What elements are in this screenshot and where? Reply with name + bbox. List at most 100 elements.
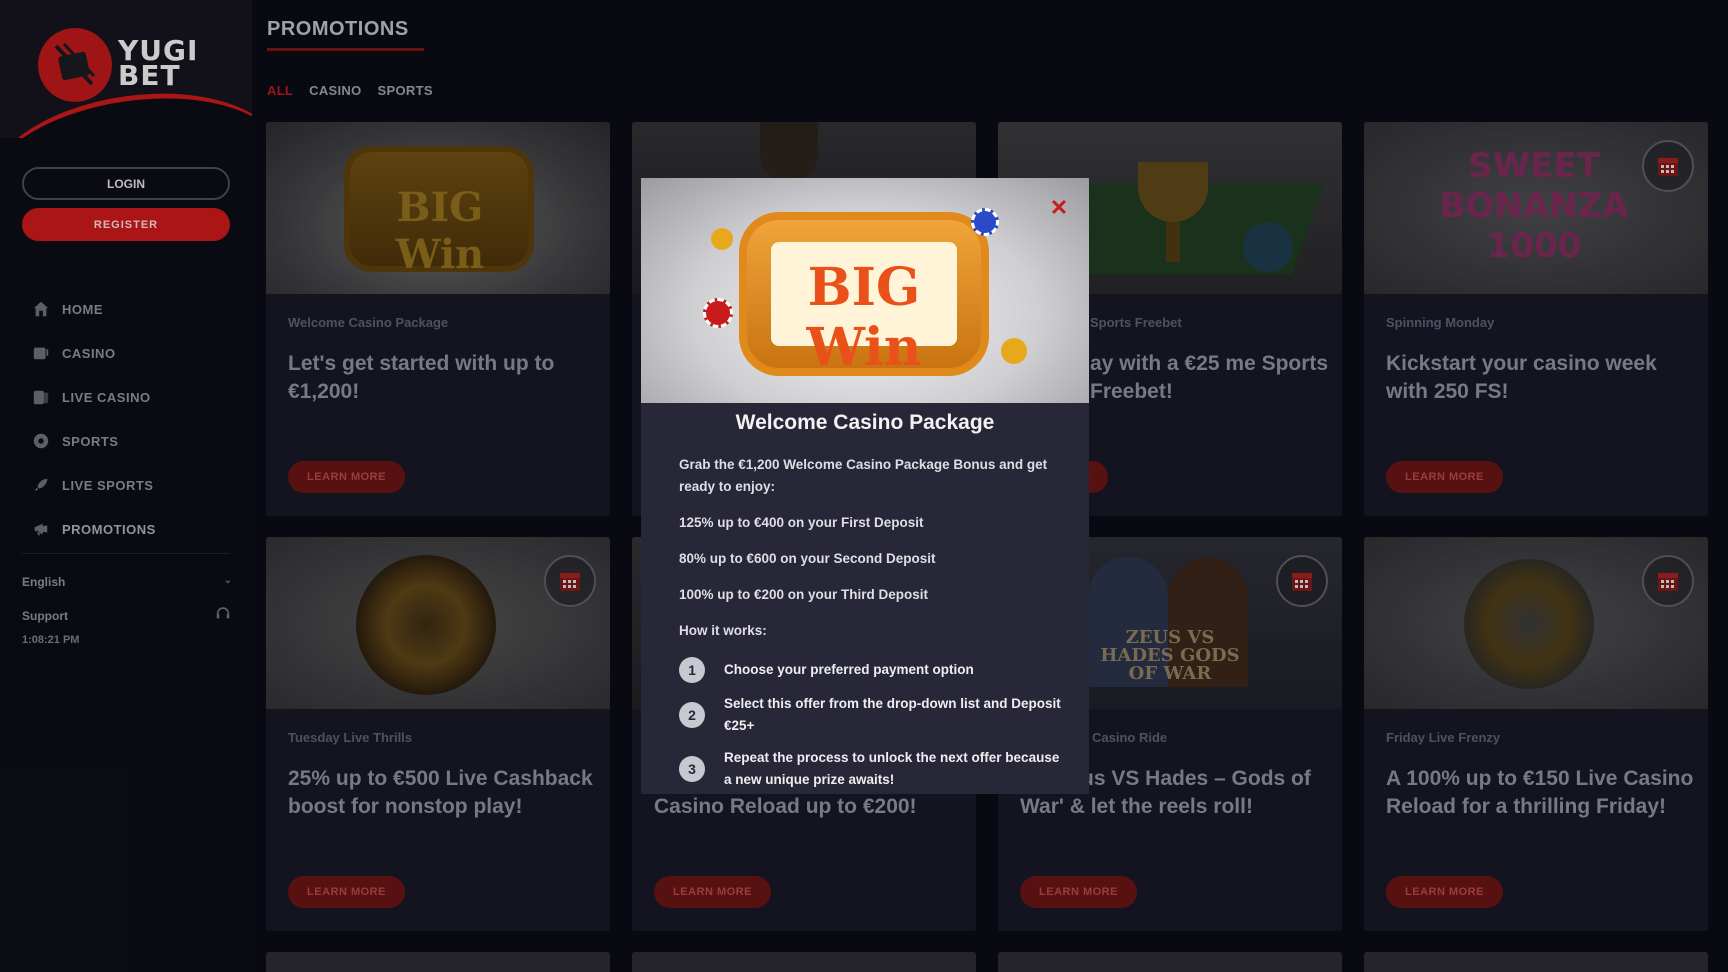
- slot-machine-icon: [30, 342, 52, 364]
- chip-image: [1364, 537, 1708, 709]
- promo-card[interactable]: [266, 952, 610, 972]
- sidebar-item-label: HOME: [62, 301, 103, 317]
- sidebar-item-label: SPORTS: [62, 433, 119, 449]
- chip-art: [971, 208, 999, 236]
- language-label: English: [22, 575, 66, 589]
- big-win-art-text: BIG Win: [806, 257, 922, 378]
- big-win-image: BIG Win: [266, 122, 610, 294]
- card-category: Welcome Casino Package: [288, 315, 449, 330]
- sidebar-item-label: LIVE SPORTS: [62, 477, 154, 493]
- steps-list: 1 Choose your preferred payment option 2…: [679, 657, 1069, 794]
- promo-card[interactable]: Friday Live Frenzy A 100% up to €150 Liv…: [1364, 537, 1708, 931]
- promo-card[interactable]: [632, 952, 976, 972]
- roulette-image: [266, 537, 610, 709]
- trophy-stem: [1166, 222, 1180, 262]
- step-text: Repeat the process to unlock the next of…: [724, 750, 1060, 787]
- modal-title: Welcome Casino Package: [735, 411, 995, 434]
- sidebar-item-home[interactable]: HOME: [30, 287, 240, 331]
- modal-body: Grab the €1,200 Welcome Casino Package B…: [679, 454, 1059, 656]
- register-button[interactable]: REGISTER: [22, 208, 230, 241]
- zeus-hades-art-text: ZEUS VS HADES GODS OF WAR: [1100, 627, 1240, 684]
- step-number: 3: [679, 756, 705, 782]
- sidebar-divider: [22, 553, 230, 554]
- promo-card[interactable]: SWEET BONANZA 1000 Spinning Monday Kicks…: [1364, 122, 1708, 516]
- language-selector[interactable]: English ⌄: [22, 575, 232, 589]
- poker-chip-art: [1464, 559, 1594, 689]
- big-win-image: BIG Win ✕: [641, 178, 1089, 403]
- card-headline: ay with a €25 me Sports Freebet!: [1090, 352, 1329, 403]
- sidebar-item-sports[interactable]: SPORTS: [30, 419, 240, 463]
- deposit-offer-1: 125% up to €400 on your First Deposit: [679, 515, 924, 530]
- card-headline: A 100% up to €150 Live Casino Reload for…: [1386, 767, 1694, 818]
- sidebar-item-label: LIVE CASINO: [62, 389, 151, 405]
- how-it-works-heading: How it works:: [679, 623, 767, 638]
- sweet-bonanza-image: SWEET BONANZA 1000: [1364, 122, 1708, 294]
- list-item: 1 Choose your preferred payment option: [679, 657, 1069, 683]
- sidebar-item-label: PROMOTIONS: [62, 521, 156, 537]
- promo-card[interactable]: [1364, 952, 1708, 972]
- card-category: Casino Ride: [1092, 730, 1168, 745]
- title-underline: [267, 48, 424, 51]
- learn-more-button[interactable]: LEARN MORE: [1020, 876, 1137, 908]
- modal-intro: Grab the €1,200 Welcome Casino Package B…: [679, 457, 1048, 494]
- filter-tabs: ALL CASINO SPORTS: [267, 83, 433, 98]
- ball-art: [1243, 222, 1293, 272]
- promo-card[interactable]: [998, 952, 1342, 972]
- promotions-page: YUGI BET LOGIN REGISTER HOME CASINO LIVE…: [0, 0, 1728, 972]
- login-button[interactable]: LOGIN: [22, 167, 230, 200]
- coin-art: [711, 228, 733, 250]
- learn-more-button[interactable]: LEARN MORE: [288, 461, 405, 493]
- step-number: 1: [679, 657, 705, 683]
- logo[interactable]: YUGI BET: [0, 0, 252, 138]
- calendar-icon[interactable]: [544, 555, 596, 607]
- calendar-icon[interactable]: [1276, 555, 1328, 607]
- list-item: 2 Select this offer from the drop-down l…: [679, 693, 1069, 737]
- sidebar-item-casino[interactable]: CASINO: [30, 331, 240, 375]
- card-headline: Casino Reload up to €200!: [654, 795, 917, 818]
- home-icon: [30, 298, 52, 320]
- sidebar-item-promotions[interactable]: PROMOTIONS: [30, 507, 240, 551]
- logo-text: YUGI BET: [118, 37, 198, 90]
- promo-card[interactable]: BIG Win Welcome Casino Package Let's get…: [266, 122, 610, 516]
- step-text: Select this offer from the drop-down lis…: [724, 696, 1061, 733]
- learn-more-button[interactable]: LEARN MORE: [1386, 876, 1503, 908]
- support-label: Support: [22, 608, 68, 623]
- coin-art: [1001, 338, 1027, 364]
- learn-more-button[interactable]: LEARN MORE: [1386, 461, 1503, 493]
- learn-more-button[interactable]: LEARN MORE: [288, 876, 405, 908]
- tab-all[interactable]: ALL: [267, 83, 293, 98]
- page-title: PROMOTIONS: [267, 18, 409, 40]
- card-category: Spinning Monday: [1386, 315, 1495, 330]
- person-figure: [760, 122, 818, 182]
- step-text: Choose your preferred payment option: [724, 662, 974, 677]
- soccer-ball-icon: [30, 430, 52, 452]
- logo-emblem-icon: [38, 28, 112, 102]
- card-headline: 25% up to €500 Live Cashback boost for n…: [288, 767, 593, 818]
- sidebar-item-live-casino[interactable]: LIVE CASINO: [30, 375, 240, 419]
- sidebar-item-live-sports[interactable]: LIVE SPORTS: [30, 463, 240, 507]
- promo-modal: BIG Win ✕ Welcome Casino Package Grab th…: [641, 178, 1089, 794]
- close-icon[interactable]: ✕: [1047, 195, 1071, 220]
- support-link[interactable]: Support: [22, 605, 232, 626]
- sidebar-item-label: CASINO: [62, 345, 116, 361]
- sidebar: YUGI BET LOGIN REGISTER HOME CASINO LIVE…: [0, 0, 252, 972]
- tab-sports[interactable]: SPORTS: [378, 83, 433, 98]
- step-number: 2: [679, 702, 705, 728]
- deposit-offer-3: 100% up to €200 on your Third Deposit: [679, 587, 929, 602]
- sidebar-nav: HOME CASINO LIVE CASINO SPORTS LIVE SPOR…: [30, 287, 240, 551]
- headset-icon: [214, 605, 232, 626]
- tab-casino[interactable]: CASINO: [309, 83, 361, 98]
- list-item: 3 Repeat the process to unlock the next …: [679, 747, 1069, 791]
- card-category: Friday Live Frenzy: [1386, 730, 1501, 745]
- calendar-icon[interactable]: [1642, 140, 1694, 192]
- rocket-icon: [30, 474, 52, 496]
- big-win-art-text: BIG Win: [395, 184, 485, 278]
- card-category: Tuesday Live Thrills: [288, 730, 413, 745]
- promo-card[interactable]: Tuesday Live Thrills 25% up to €500 Live…: [266, 537, 610, 931]
- chip-art: [703, 298, 733, 328]
- card-headline: Let's get started with up to €1,200!: [288, 352, 555, 403]
- sweet-bonanza-art-text: SWEET BONANZA 1000: [1439, 146, 1629, 266]
- learn-more-button[interactable]: LEARN MORE: [654, 876, 771, 908]
- chevron-down-icon: ⌄: [223, 575, 232, 586]
- calendar-icon[interactable]: [1642, 555, 1694, 607]
